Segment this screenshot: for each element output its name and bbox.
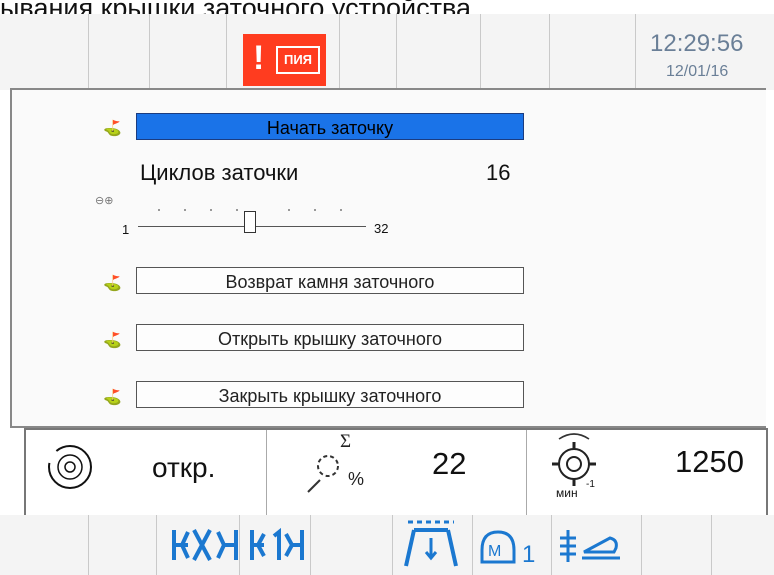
return-stone-button[interactable]: Возврат камня заточного: [136, 267, 524, 294]
start-sharpening-button[interactable]: Начать заточку: [136, 113, 524, 140]
hand-icon: ⛳: [103, 332, 122, 349]
slider-tick: [236, 209, 238, 211]
toolbar-slot[interactable]: [88, 14, 150, 90]
alarm-label: ПИЯ: [276, 46, 320, 74]
svg-text:Σ: Σ: [340, 431, 351, 452]
slider-tick: [158, 209, 160, 211]
hand-icon: ⛳: [103, 120, 122, 137]
knife-position-icon[interactable]: [400, 518, 462, 570]
toolbar-slot[interactable]: [396, 14, 481, 90]
toolbar-slot[interactable]: [641, 515, 712, 575]
toolbar-slot[interactable]: [480, 14, 550, 90]
cover-state: откр.: [152, 452, 216, 483]
date: 12/01/16: [666, 63, 729, 80]
status-bar: [24, 428, 768, 518]
hand-icon: ⛳: [103, 389, 122, 406]
hand-icon: ⛳: [103, 275, 122, 292]
top-toolbar: ! ПИЯ 12:29:56 12/01/16: [0, 14, 774, 90]
clamp-one-icon[interactable]: [248, 522, 308, 568]
bottom-toolbar: [0, 515, 774, 575]
clamp-cross-icon[interactable]: [170, 522, 243, 568]
toolbar-slot[interactable]: [310, 515, 393, 575]
toolbar-slot[interactable]: [711, 515, 774, 575]
slider-tick: [210, 209, 212, 211]
slider-tick: [288, 209, 290, 211]
svg-text:%: %: [348, 469, 364, 489]
toolbar-slot[interactable]: [0, 14, 89, 90]
toolbar-slot[interactable]: [339, 14, 397, 90]
divider: [526, 430, 527, 516]
clock: 12:29:56: [650, 30, 744, 57]
toolbar-slot[interactable]: [149, 14, 227, 90]
motor-one-icon[interactable]: M 1: [478, 524, 546, 568]
close-cover-button[interactable]: Закрыть крышку заточного: [136, 381, 524, 408]
slider-thumb[interactable]: [244, 211, 256, 233]
alarm-icon: !: [253, 39, 265, 77]
cycles-value: 16: [486, 160, 511, 185]
toolbar-slot[interactable]: [549, 14, 636, 90]
cover-icon: [48, 445, 92, 489]
toolbar-slot[interactable]: [0, 515, 89, 575]
svg-text:1: 1: [522, 541, 535, 568]
alarm-indicator[interactable]: ! ПИЯ: [243, 34, 326, 86]
sharpen-counter-icon: Σ %: [307, 431, 364, 493]
display-icon: ⊖⊕: [95, 195, 114, 207]
slider-tick: [184, 209, 186, 211]
sharpener-position-icon[interactable]: [554, 524, 624, 568]
divider: [266, 430, 267, 516]
sharpen-count: 22: [432, 446, 467, 481]
svg-text:M: M: [488, 543, 501, 560]
slider-min-label: 1: [122, 222, 130, 237]
slider-max-label: 32: [374, 221, 389, 236]
rpm-unit: мин: [556, 486, 578, 500]
slider-tick: [314, 209, 316, 211]
rpm-value: 1250: [675, 444, 744, 479]
cycles-label: Циклов заточки: [140, 160, 299, 185]
slider-tick: [340, 209, 342, 211]
unit-exponent: -1: [586, 479, 595, 490]
open-cover-button[interactable]: Открыть крышку заточного: [136, 324, 524, 351]
toolbar-slot[interactable]: [88, 515, 157, 575]
